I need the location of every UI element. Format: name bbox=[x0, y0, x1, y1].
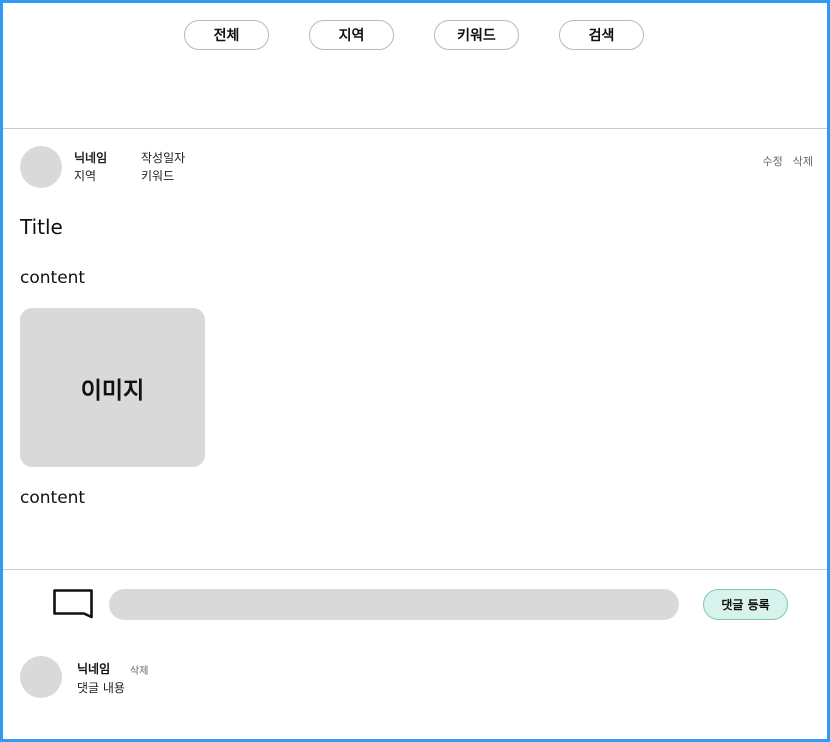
post-keyword: 키워드 bbox=[141, 169, 175, 183]
submit-comment-button[interactable]: 댓글 등록 bbox=[703, 589, 788, 620]
filter-all-button[interactable]: 전체 bbox=[184, 20, 269, 50]
post-region: 지역 bbox=[74, 169, 97, 183]
post-title: Title bbox=[20, 215, 63, 239]
divider bbox=[3, 569, 827, 570]
author-avatar[interactable] bbox=[20, 146, 62, 188]
filter-keyword-button[interactable]: 키워드 bbox=[434, 20, 519, 50]
filter-region-button[interactable]: 지역 bbox=[309, 20, 394, 50]
post-content: content bbox=[20, 268, 86, 288]
post-date: 작성일자 bbox=[141, 151, 186, 165]
speech-bubble-icon bbox=[53, 589, 93, 619]
commenter-avatar[interactable] bbox=[20, 656, 62, 698]
post-image[interactable]: 이미지 bbox=[20, 308, 205, 467]
post-content-2: content bbox=[20, 488, 86, 508]
divider bbox=[3, 128, 827, 129]
delete-comment-button[interactable]: 삭제 bbox=[130, 662, 148, 677]
filter-search-button[interactable]: 검색 bbox=[559, 20, 644, 50]
comment-text: 댓글 내용 bbox=[77, 681, 125, 695]
commenter-nickname[interactable]: 닉네임 bbox=[77, 660, 110, 677]
delete-post-button[interactable]: 삭제 bbox=[793, 153, 813, 169]
author-nickname[interactable]: 닉네임 bbox=[74, 149, 107, 167]
comment-input[interactable] bbox=[109, 589, 679, 620]
edit-post-button[interactable]: 수정 bbox=[763, 153, 783, 169]
image-placeholder-label: 이미지 bbox=[80, 377, 145, 404]
post-actions: 수정 삭제 bbox=[763, 153, 814, 169]
app-frame: 전체 지역 키워드 검색 닉네임 지역 작성일자 키워드 수정 삭제 Title… bbox=[0, 0, 830, 742]
filter-bar: 전체 지역 키워드 검색 bbox=[3, 3, 827, 129]
